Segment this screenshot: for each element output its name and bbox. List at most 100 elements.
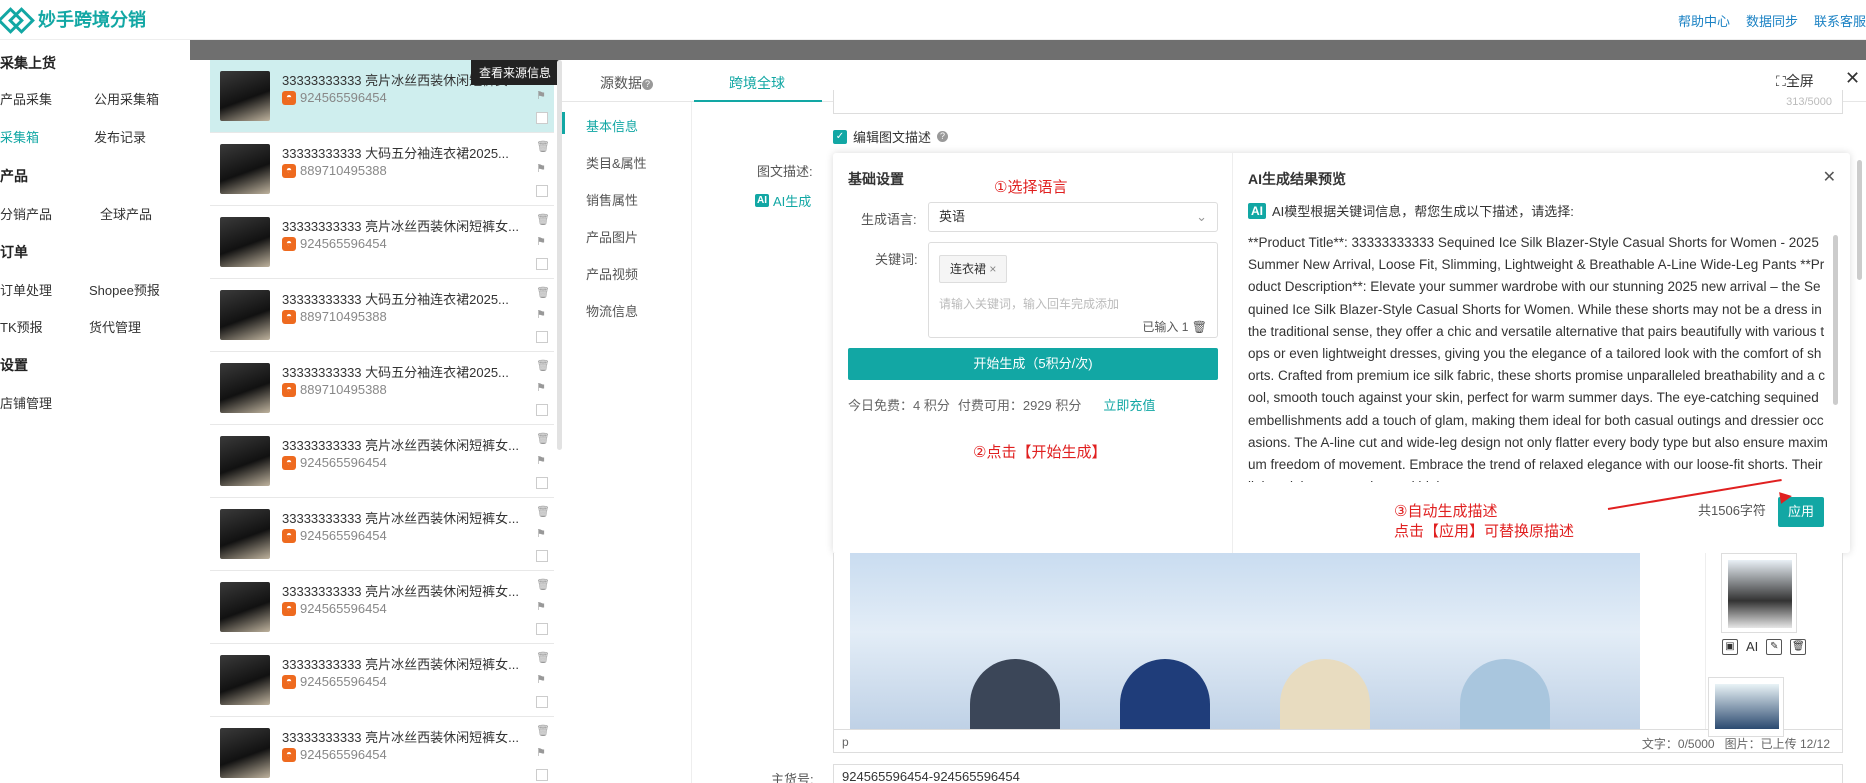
- tab-cross-border-global[interactable]: 跨境全球: [729, 73, 785, 93]
- fullscreen-button[interactable]: ⛶全屏: [1776, 71, 1814, 91]
- sidebar-item-order-processing[interactable]: 订单处理: [0, 280, 52, 299]
- recharge-link[interactable]: 立即充值: [1103, 395, 1155, 414]
- trash-icon[interactable]: 🗑: [536, 286, 550, 299]
- data-sync-link[interactable]: 数据同步: [1746, 11, 1798, 30]
- list-item[interactable]: 33333333333 大码五分袖连衣裙2025... ◓ 88971049538…: [210, 352, 554, 425]
- flag-icon[interactable]: ⚑: [536, 746, 546, 759]
- close-icon[interactable]: ✕: [1823, 167, 1836, 187]
- flag-icon[interactable]: ⚑: [536, 454, 546, 467]
- section-nav-basic-info[interactable]: 基本信息: [586, 116, 638, 135]
- brand[interactable]: 妙手跨境分销: [0, 6, 146, 32]
- flag-icon[interactable]: ⚑: [536, 162, 546, 175]
- flag-icon[interactable]: ⚑: [536, 308, 546, 321]
- language-select[interactable]: 英语 ⌄: [928, 202, 1218, 232]
- checkbox-checked-icon[interactable]: ✓: [833, 129, 847, 144]
- product-shop: ◓ 889710495388: [282, 382, 387, 397]
- list-item[interactable]: 33333333333 大码五分袖连衣裙2025... ◓ 88971049538…: [210, 133, 554, 206]
- sidebar-item-global-products[interactable]: 全球产品: [100, 204, 152, 223]
- product-thumbnail: [220, 217, 270, 267]
- list-item[interactable]: 33333333333 大码五分袖连衣裙2025... ◓ 88971049538…: [210, 279, 554, 352]
- ai-generate-button[interactable]: AI AI生成: [755, 191, 811, 210]
- flag-icon[interactable]: ⚑: [536, 527, 546, 540]
- flag-icon[interactable]: ⚑: [536, 673, 546, 686]
- list-item[interactable]: 33333333333 亮片冰丝西装休闲短裤女... ◓ 924565596454…: [210, 425, 554, 498]
- description-scrollbar[interactable]: [1833, 235, 1838, 405]
- tag-close-icon[interactable]: ×: [989, 262, 996, 276]
- product-thumbnail: [220, 728, 270, 778]
- section-nav-logistics[interactable]: 物流信息: [586, 301, 638, 320]
- flag-icon[interactable]: ⚑: [536, 600, 546, 613]
- help-link[interactable]: 帮助中心: [1678, 11, 1730, 30]
- trash-icon[interactable]: 🗑: [1192, 320, 1207, 334]
- list-item[interactable]: 33333333333 亮片冰丝西装休闲短裤女... ◓ 924565596454…: [210, 644, 554, 717]
- item-checkbox[interactable]: [536, 331, 548, 343]
- trash-icon[interactable]: 🗑: [536, 213, 550, 226]
- close-icon[interactable]: ✕: [1845, 68, 1860, 89]
- flag-icon[interactable]: ⚑: [536, 381, 546, 394]
- item-checkbox[interactable]: [536, 258, 548, 270]
- item-checkbox[interactable]: [536, 404, 548, 416]
- keyword-count: 已输入 1 🗑: [1142, 320, 1207, 334]
- shop-id: 889710495388: [300, 382, 387, 397]
- item-checkbox[interactable]: [536, 769, 548, 781]
- section-nav-video[interactable]: 产品视频: [586, 264, 638, 283]
- trash-icon[interactable]: 🗑: [536, 432, 550, 445]
- section-nav-images[interactable]: 产品图片: [586, 227, 638, 246]
- item-checkbox[interactable]: [536, 696, 548, 708]
- rich-text-editor[interactable]: p 文字：0/5000 图片：已上传 12/12: [833, 553, 1843, 753]
- keyword-input-box[interactable]: 连衣裙 × 请输入关键词，输入回车完成添加 已输入 1 🗑: [928, 242, 1218, 338]
- sku-input[interactable]: 924565596454-924565596454: [833, 764, 1843, 783]
- sidebar-item-forwarder-management[interactable]: 货代管理: [89, 317, 141, 336]
- image-edit-icon[interactable]: ▣: [1722, 639, 1738, 655]
- magic-wand-icon[interactable]: ✎: [1766, 639, 1783, 655]
- item-checkbox[interactable]: [536, 185, 548, 197]
- sidebar-item-shopee-forecast[interactable]: Shopee预报: [89, 280, 160, 299]
- trash-icon[interactable]: 🗑: [536, 578, 550, 591]
- section-nav-category[interactable]: 类目&属性: [586, 153, 647, 172]
- tab-source-data[interactable]: 源数据?: [600, 73, 653, 93]
- step1-annotation: ①选择语言: [994, 179, 1068, 196]
- shop-icon: ◓: [282, 90, 296, 105]
- product-list: 33333333333 亮片冰丝西装休闲短裤女... ◓ 924565596454…: [210, 60, 562, 783]
- item-checkbox[interactable]: [536, 477, 548, 489]
- edit-desc-toggle[interactable]: ✓ 编辑图文描述 ?: [833, 127, 949, 146]
- trash-icon[interactable]: 🗑: [1790, 639, 1807, 655]
- contact-support-link[interactable]: 联系客服: [1814, 11, 1866, 30]
- sidebar-item-collect-box[interactable]: 采集箱: [0, 127, 39, 146]
- shop-icon: ◓: [282, 601, 296, 616]
- flag-icon[interactable]: ⚑: [536, 89, 546, 102]
- trash-icon[interactable]: 🗑: [536, 724, 550, 737]
- list-item[interactable]: 33333333333 亮片冰丝西装休闲短裤女... ◓ 924565596454…: [210, 206, 554, 279]
- list-item[interactable]: 33333333333 亮片冰丝西装休闲短裤女... ◓ 924565596454…: [210, 717, 554, 783]
- page-scrollbar[interactable]: [1857, 160, 1862, 280]
- section-nav-sales-attr[interactable]: 销售属性: [586, 190, 638, 209]
- sidebar-item-public-collect-box[interactable]: 公用采集箱: [94, 89, 159, 108]
- sidebar-item-publish-records[interactable]: 发布记录: [94, 127, 146, 146]
- item-checkbox[interactable]: [536, 112, 548, 124]
- title-field[interactable]: 313/5000: [833, 90, 1843, 114]
- list-item[interactable]: 33333333333 亮片冰丝西装休闲短裤女... ◓ 924565596454…: [210, 571, 554, 644]
- trash-icon[interactable]: 🗑: [536, 359, 550, 372]
- sidebar-item-product-collect[interactable]: 产品采集: [0, 89, 52, 108]
- trash-icon[interactable]: 🗑: [536, 140, 550, 153]
- list-item[interactable]: 33333333333 亮片冰丝西装休闲短裤女... ◓ 924565596454…: [210, 498, 554, 571]
- generated-description[interactable]: **Product Title**: 33333333333 Sequined …: [1248, 232, 1828, 482]
- trash-icon[interactable]: 🗑: [536, 651, 550, 664]
- start-generate-button[interactable]: 开始生成（5积分/次): [848, 348, 1218, 380]
- flag-icon[interactable]: ⚑: [536, 235, 546, 248]
- item-checkbox[interactable]: [536, 623, 548, 635]
- logo-icon: [0, 8, 30, 30]
- image-thumbnail[interactable]: [1721, 553, 1797, 633]
- ai-tool-label[interactable]: AI: [1746, 639, 1758, 655]
- cap-shape: [1120, 659, 1210, 729]
- sidebar-item-distribution-products[interactable]: 分销产品: [0, 204, 52, 223]
- item-checkbox[interactable]: [536, 550, 548, 562]
- image-thumbnail[interactable]: [1708, 677, 1784, 737]
- help-icon: ?: [937, 131, 949, 142]
- sidebar-item-tk-forecast[interactable]: TK预报: [0, 317, 43, 336]
- sidebar-item-store-management[interactable]: 店铺管理: [0, 393, 52, 412]
- shop-icon: ◓: [282, 382, 296, 397]
- keyword-input[interactable]: 请输入关键词，输入回车完成添加: [939, 295, 1119, 312]
- trash-icon[interactable]: 🗑: [536, 505, 550, 518]
- credits-info: 今日免费：4 积分 付费可用：2929 积分 立即充值: [848, 395, 1155, 414]
